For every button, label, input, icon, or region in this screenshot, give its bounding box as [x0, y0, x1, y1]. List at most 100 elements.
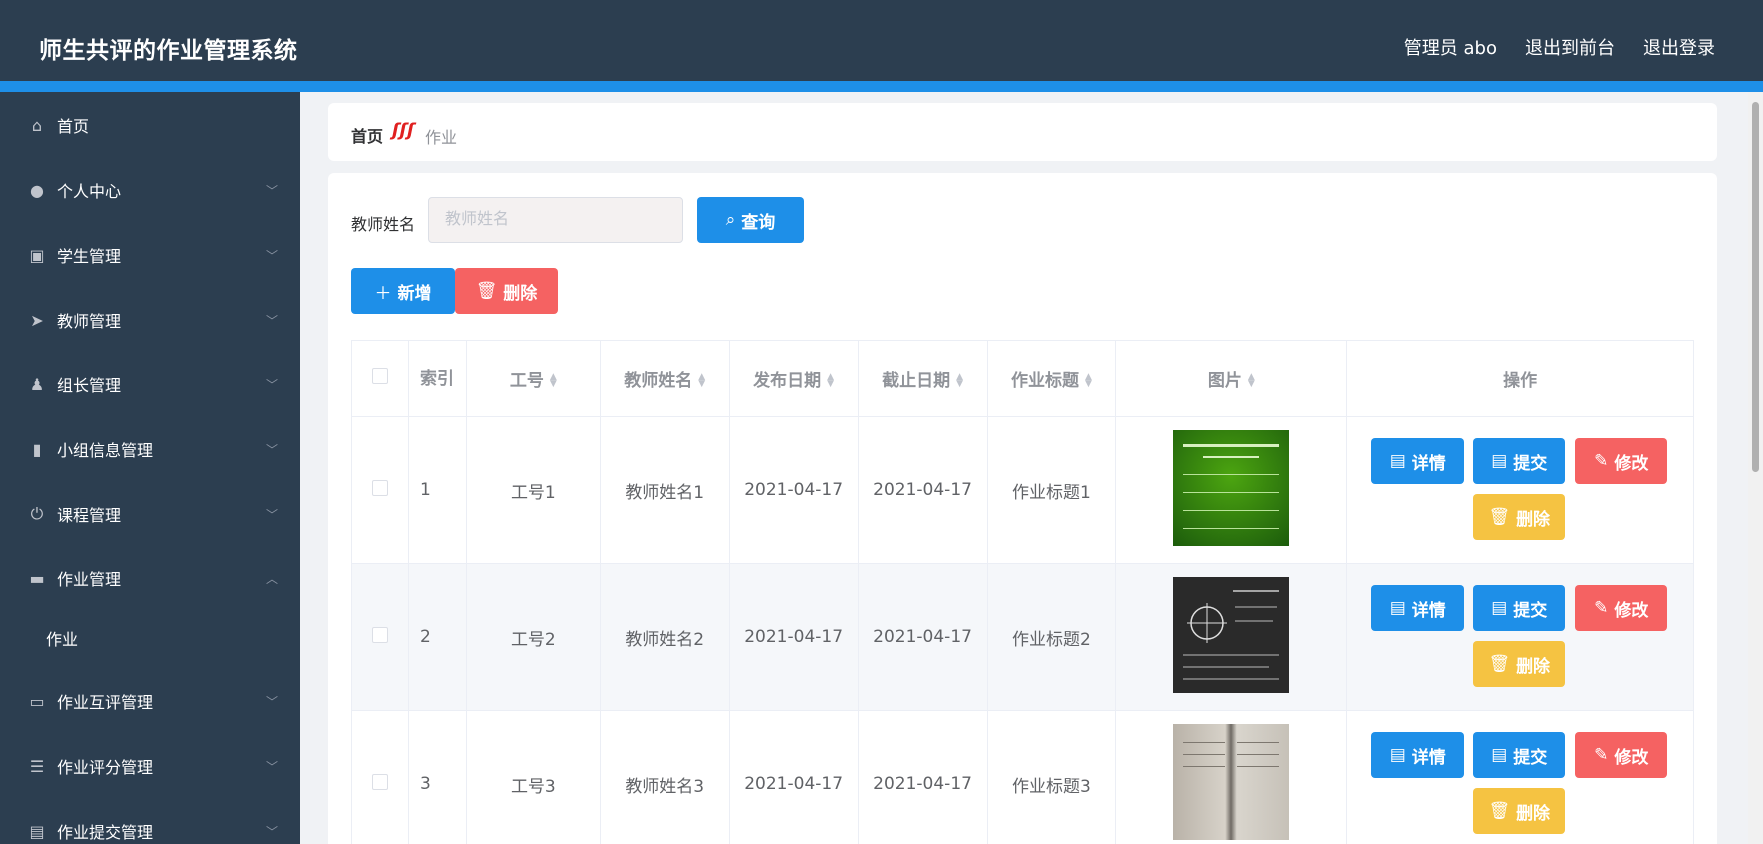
- row-delete-button[interactable]: 🗑 删除: [1473, 641, 1566, 687]
- column-header-index[interactable]: 索引: [407, 340, 467, 417]
- sidebar-item-label: 学生管理: [57, 247, 122, 266]
- pencil-icon: ✎: [1594, 745, 1609, 765]
- row-checkbox[interactable]: [371, 479, 388, 496]
- sidebar-item-submissions[interactable]: ▤ 作业提交管理 ﹀: [0, 803, 300, 844]
- header-accent-bar: [0, 81, 1763, 92]
- chevron-down-icon: ﹀: [265, 377, 278, 392]
- column-header-image[interactable]: 图片 ▲ ▼: [1115, 340, 1348, 417]
- sidebar-subitem-homework[interactable]: 作业: [0, 613, 300, 663]
- admin-user-link[interactable]: 管理员 abo: [1404, 34, 1497, 60]
- trash-icon: 🗑: [1488, 654, 1511, 674]
- column-header-label: 截止日期: [882, 371, 951, 391]
- row-select-cell: [351, 710, 409, 844]
- breadcrumb: 首页 ʃʃʃ 作业: [328, 103, 1717, 161]
- sidebar-item-groups[interactable]: ▮ 小组信息管理 ﹀: [0, 421, 300, 477]
- cell-image: [1115, 563, 1348, 711]
- row-checkbox[interactable]: [371, 773, 388, 790]
- column-header-label: 图片: [1207, 371, 1242, 391]
- detail-button[interactable]: ▤ 详情: [1371, 438, 1465, 484]
- edit-button-label: 修改: [1614, 600, 1649, 621]
- sidebar: ⌂ 首页 ● 个人中心 ﹀ ▣ 学生管理 ﹀ ➤ 教师管理 ﹀ ♟ 组长管理 ﹀…: [0, 92, 300, 844]
- column-header-title[interactable]: 作业标题 ▲ ▼: [986, 340, 1117, 417]
- document-icon: ▤: [1491, 745, 1508, 765]
- cell-publish-date: 2021-04-17: [728, 710, 859, 844]
- sidebar-item-personal-center[interactable]: ● 个人中心 ﹀: [0, 162, 300, 218]
- sort-icon[interactable]: ▲ ▼: [550, 373, 557, 389]
- row-delete-button[interactable]: 🗑 删除: [1473, 494, 1566, 540]
- sort-icon[interactable]: ▲ ▼: [698, 373, 705, 389]
- cell-image: [1115, 710, 1348, 844]
- cell-teacher: 教师姓名2: [599, 563, 730, 711]
- page-scrollbar[interactable]: [1748, 92, 1763, 844]
- search-button[interactable]: ⌕ 查询: [697, 197, 804, 243]
- homework-thumbnail[interactable]: [1173, 723, 1290, 840]
- sidebar-item-label: 教师管理: [57, 312, 122, 331]
- document-icon: ▤: [1389, 745, 1406, 765]
- sidebar-item-label: 作业管理: [57, 570, 122, 589]
- edit-button[interactable]: ✎ 修改: [1575, 438, 1668, 484]
- column-header-teacher[interactable]: 教师姓名 ▲ ▼: [599, 340, 730, 417]
- trash-icon: 🗑: [1488, 801, 1511, 821]
- breadcrumb-home[interactable]: 首页: [351, 123, 383, 147]
- select-all-checkbox[interactable]: [371, 368, 388, 384]
- pencil-icon: ✎: [1594, 451, 1609, 471]
- sort-icon[interactable]: ▲ ▼: [1085, 373, 1092, 389]
- add-button[interactable]: ＋ 新增: [351, 268, 455, 314]
- homework-table: 索引 工号 ▲ ▼ 教师姓名 ▲ ▼ 发布日期 ▲ ▼ 截止日期 ▲ ▼ 作业标题 ▲ ▼ 图片 ▲ ▼…: [351, 340, 1694, 844]
- cell-actions: ▤ 详情 ▤ 提交 ✎ 修改 🗑 删除: [1346, 710, 1694, 844]
- sort-icon[interactable]: ▲ ▼: [956, 373, 963, 389]
- search-label: 教师姓名: [351, 215, 416, 234]
- bulk-delete-button[interactable]: 🗑 删除: [455, 268, 558, 314]
- detail-button[interactable]: ▤ 详情: [1371, 732, 1465, 778]
- exit-to-frontend-link[interactable]: 退出到前台: [1525, 34, 1615, 60]
- detail-button[interactable]: ▤ 详情: [1371, 585, 1465, 631]
- sidebar-item-teachers[interactable]: ➤ 教师管理 ﹀: [0, 292, 300, 348]
- column-header-publish-date[interactable]: 发布日期 ▲ ▼: [728, 340, 859, 417]
- sidebar-item-peer-review[interactable]: ▭ 作业互评管理 ﹀: [0, 673, 300, 729]
- teacher-name-search-input[interactable]: [428, 197, 683, 243]
- column-header-deadline[interactable]: 截止日期 ▲ ▼: [857, 340, 988, 417]
- desktop-icon: ▭: [29, 691, 45, 711]
- cell-publish-date: 2021-04-17: [728, 563, 859, 711]
- sidebar-item-label: 小组信息管理: [57, 441, 154, 460]
- sidebar-item-label: 作业评分管理: [57, 758, 154, 777]
- sidebar-item-courses[interactable]: ⏻ 课程管理 ﹀: [0, 486, 300, 542]
- sidebar-item-label: 首页: [57, 117, 90, 136]
- row-delete-button-label: 删除: [1516, 656, 1551, 677]
- bar-chart-icon: ▮: [32, 439, 42, 459]
- chevron-down-icon: ﹀: [265, 248, 278, 263]
- homework-thumbnail[interactable]: [1173, 429, 1290, 546]
- person-icon: ♟: [29, 374, 45, 394]
- edit-button[interactable]: ✎ 修改: [1575, 585, 1668, 631]
- edit-button[interactable]: ✎ 修改: [1575, 732, 1668, 778]
- sidebar-item-label: 个人中心: [57, 182, 122, 201]
- table-header-row: 索引 工号 ▲ ▼ 教师姓名 ▲ ▼ 发布日期 ▲ ▼ 截止日期 ▲ ▼ 作业标题 ▲ ▼ 图片 ▲ ▼…: [351, 340, 1694, 417]
- chevron-down-icon: ﹀: [265, 507, 278, 522]
- column-header-label: 工号: [509, 371, 544, 391]
- scrollbar-thumb[interactable]: [1752, 102, 1759, 472]
- sidebar-item-students[interactable]: ▣ 学生管理 ﹀: [0, 227, 300, 283]
- row-delete-button[interactable]: 🗑 删除: [1473, 788, 1566, 834]
- homework-thumbnail[interactable]: [1173, 576, 1290, 693]
- submit-button[interactable]: ▤ 提交: [1473, 732, 1566, 778]
- sidebar-item-home[interactable]: ⌂ 首页: [0, 97, 300, 153]
- sort-icon[interactable]: ▲ ▼: [827, 373, 834, 389]
- power-icon: ⏻: [30, 504, 44, 523]
- monitor-icon: ▬: [29, 568, 45, 588]
- sidebar-item-homework[interactable]: ▬ 作业管理 ︿: [0, 550, 300, 606]
- bulk-delete-button-label: 删除: [503, 283, 538, 304]
- column-header-label: 教师姓名: [624, 371, 693, 391]
- row-checkbox[interactable]: [371, 626, 388, 643]
- table-row: 1 工号1 教师姓名1 2021-04-17 2021-04-17 作业标题1: [351, 416, 1694, 564]
- submit-button[interactable]: ▤ 提交: [1473, 438, 1566, 484]
- sidebar-subitem-label: 作业: [46, 630, 79, 649]
- submit-button[interactable]: ▤ 提交: [1473, 585, 1566, 631]
- sidebar-item-leaders[interactable]: ♟ 组长管理 ﹀: [0, 356, 300, 412]
- sort-icon[interactable]: ▲ ▼: [1248, 373, 1255, 389]
- home-icon: ⌂: [31, 115, 43, 135]
- plus-icon: ＋: [374, 283, 392, 304]
- chevron-down-icon: ﹀: [265, 759, 278, 774]
- logout-link[interactable]: 退出登录: [1643, 34, 1715, 60]
- column-header-job-no[interactable]: 工号 ▲ ▼: [465, 340, 601, 417]
- sidebar-item-grading[interactable]: ☰ 作业评分管理 ﹀: [0, 738, 300, 794]
